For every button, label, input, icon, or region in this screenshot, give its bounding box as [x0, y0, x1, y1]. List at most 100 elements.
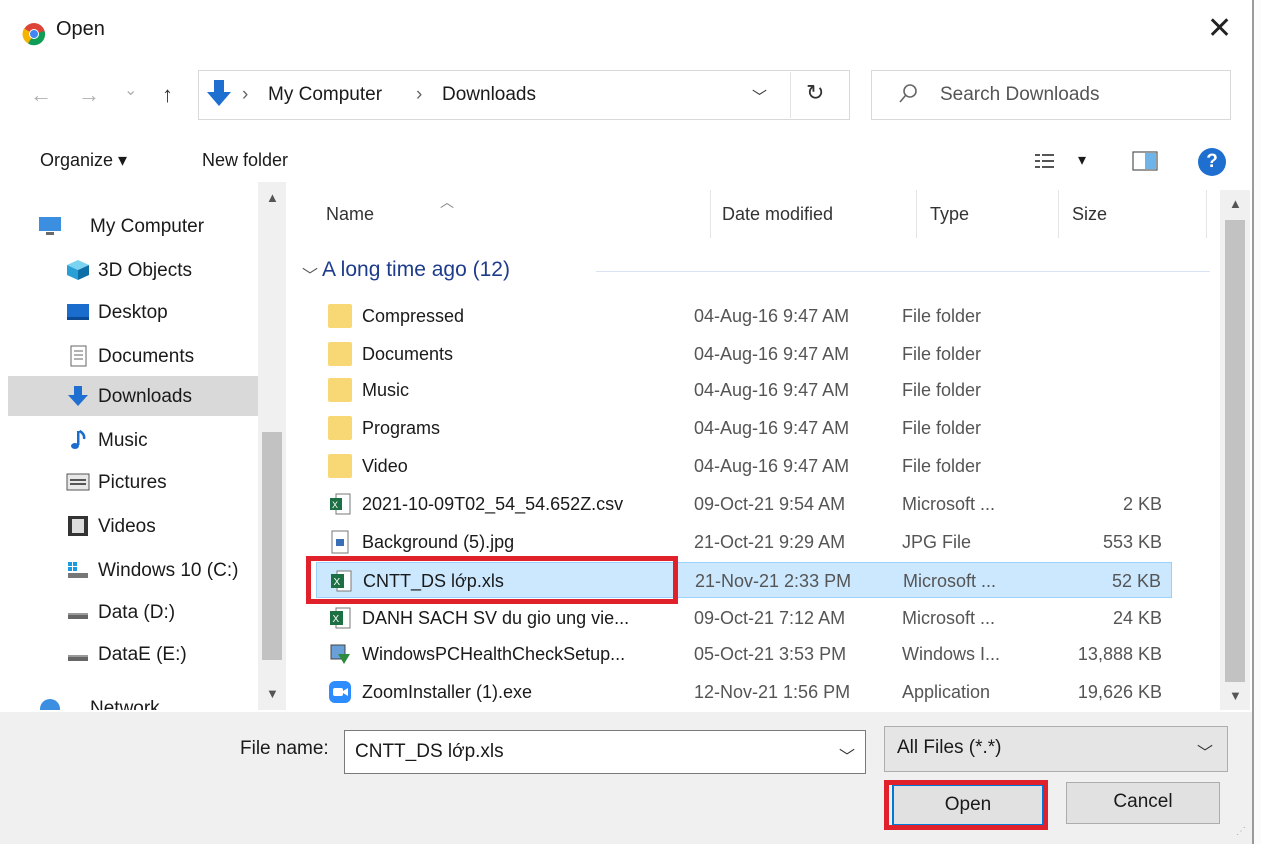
- file-name: WindowsPCHealthCheckSetup...: [362, 644, 626, 664]
- nav-pane-scrollbar-thumb[interactable]: [262, 432, 282, 660]
- excel-icon: X: [330, 607, 351, 629]
- file-list-scrollbar-thumb[interactable]: [1225, 220, 1245, 682]
- dialog-title: Open: [56, 18, 105, 40]
- file-row[interactable]: Documents 04-Aug-16 9:47 AM File folder: [316, 336, 1172, 372]
- file-type: Microsoft ...: [903, 571, 997, 591]
- breadcrumb-my-computer[interactable]: My Computer: [268, 84, 382, 106]
- view-details-icon[interactable]: [1034, 152, 1056, 170]
- file-date: 09-Oct-21 9:54 AM: [694, 494, 846, 514]
- file-row[interactable]: X DANH SACH SV du gio ung vie... 09-Oct-…: [316, 600, 1172, 636]
- sidebar-item-my-computer[interactable]: My Computer: [8, 206, 258, 246]
- svg-text:X: X: [333, 614, 340, 625]
- folder-icon: [328, 454, 352, 478]
- scroll-down-arrow-icon[interactable]: ▼: [266, 686, 279, 701]
- nav-pane-scrollbar[interactable]: ▲ ▼: [258, 182, 286, 710]
- file-row[interactable]: X 2021-10-09T02_54_54.652Z.csv 09-Oct-21…: [316, 486, 1172, 522]
- file-row[interactable]: Background (5).jpg 21-Oct-21 9:29 AM JPG…: [316, 524, 1172, 560]
- file-name-dropdown-icon[interactable]: ﹀: [839, 743, 855, 767]
- file-size: 553 KB: [1102, 532, 1162, 552]
- sidebar-item-videos[interactable]: Videos: [8, 506, 258, 546]
- column-header-size[interactable]: Size: [1072, 204, 1107, 225]
- resize-grip-icon[interactable]: ⋰: [1236, 826, 1246, 837]
- column-header-name[interactable]: Name: [326, 204, 374, 225]
- forward-button[interactable]: →: [78, 82, 100, 108]
- close-icon[interactable]: ✕: [1207, 14, 1232, 44]
- desktop-icon: [67, 304, 89, 320]
- scroll-up-arrow-icon[interactable]: ▲: [1229, 196, 1242, 211]
- file-date: 04-Aug-16 9:47 AM: [694, 306, 850, 326]
- file-row[interactable]: Compressed 04-Aug-16 9:47 AM File folder: [316, 298, 1172, 334]
- column-divider[interactable]: [916, 190, 917, 238]
- file-row[interactable]: WindowsPCHealthCheckSetup... 05-Oct-21 3…: [316, 636, 1172, 672]
- sidebar-item-pictures[interactable]: Pictures: [8, 462, 258, 502]
- file-row[interactable]: Music 04-Aug-16 9:47 AM File folder: [316, 372, 1172, 408]
- sidebar-item-label: Documents: [98, 346, 195, 367]
- file-row[interactable]: ZoomInstaller (1).exe 12-Nov-21 1:56 PM …: [316, 674, 1172, 710]
- column-divider[interactable]: [710, 190, 711, 238]
- sidebar-item-data-e[interactable]: DataE (E:): [8, 634, 258, 674]
- sidebar-item-label: 3D Objects: [98, 260, 192, 281]
- file-list-scrollbar[interactable]: ▲ ▼: [1220, 190, 1250, 710]
- download-arrow-icon: [207, 80, 231, 106]
- sidebar-item-desktop[interactable]: Desktop: [8, 292, 258, 332]
- column-header-type[interactable]: Type: [930, 204, 969, 225]
- sidebar-item-windows-c[interactable]: Windows 10 (C:): [8, 550, 258, 590]
- cancel-button[interactable]: Cancel: [1066, 782, 1220, 824]
- column-header-date[interactable]: Date modified: [722, 204, 833, 225]
- file-name: Background (5).jpg: [362, 532, 515, 552]
- file-type: Microsoft ...: [902, 494, 996, 514]
- scroll-down-arrow-icon[interactable]: ▼: [1229, 688, 1242, 703]
- file-type: File folder: [902, 306, 982, 326]
- back-button[interactable]: ←: [30, 82, 52, 108]
- new-folder-button[interactable]: New folder: [202, 150, 288, 171]
- organize-menu[interactable]: Organize ▾: [40, 150, 127, 171]
- sidebar-item-label: Network: [90, 698, 160, 710]
- installer-icon: [330, 644, 350, 664]
- column-divider[interactable]: [1206, 190, 1207, 238]
- file-name: Programs: [362, 418, 441, 438]
- file-date: 04-Aug-16 9:47 AM: [694, 380, 850, 400]
- file-type: File folder: [902, 344, 982, 364]
- file-name-combobox[interactable]: CNTT_DS lớp.xls ﹀: [344, 730, 866, 774]
- cube-icon: [67, 260, 89, 280]
- help-icon[interactable]: ?: [1198, 148, 1226, 176]
- recent-locations-button[interactable]: ⌄: [124, 80, 137, 100]
- group-divider: [596, 271, 1210, 272]
- sidebar-item-3d-objects[interactable]: 3D Objects: [8, 250, 258, 290]
- file-type: File folder: [902, 418, 982, 438]
- file-size: 19,626 KB: [1077, 682, 1162, 702]
- file-row[interactable]: Video 04-Aug-16 9:47 AM File folder: [316, 448, 1172, 484]
- file-name-input[interactable]: CNTT_DS lớp.xls: [355, 741, 504, 763]
- up-button[interactable]: ↑: [162, 82, 173, 108]
- sidebar-item-downloads[interactable]: Downloads: [8, 376, 258, 416]
- search-input[interactable]: Search Downloads: [940, 84, 1099, 106]
- sidebar-item-music[interactable]: Music: [8, 420, 258, 460]
- sidebar-item-data-d[interactable]: Data (D:): [8, 592, 258, 632]
- sidebar-item-label: Videos: [98, 516, 156, 537]
- file-date: 09-Oct-21 7:12 AM: [694, 608, 846, 628]
- group-header[interactable]: A long time ago (12): [322, 258, 510, 282]
- file-type-filter-dropdown-icon[interactable]: ﹀: [1197, 739, 1213, 763]
- file-type-filter[interactable]: All Files (*.*) ﹀: [884, 726, 1228, 772]
- sidebar-item-label: Music: [98, 430, 148, 451]
- svg-text:X: X: [332, 500, 338, 510]
- sidebar-item-documents[interactable]: Documents: [8, 336, 258, 376]
- preview-pane-icon[interactable]: [1132, 150, 1158, 172]
- sidebar-item-network[interactable]: Network: [8, 688, 258, 710]
- group-collapse-icon[interactable]: ﹀: [302, 262, 318, 286]
- file-size: 13,888 KB: [1077, 644, 1162, 664]
- view-options-caret[interactable]: ▾: [1078, 150, 1086, 170]
- refresh-icon[interactable]: ↻: [806, 80, 824, 106]
- address-dropdown-icon[interactable]: ﹀: [752, 86, 767, 107]
- file-type: Windows I...: [902, 644, 1001, 664]
- network-icon: [40, 699, 60, 710]
- computer-icon: [39, 217, 61, 235]
- breadcrumb-downloads[interactable]: Downloads: [442, 84, 536, 106]
- file-row[interactable]: Programs 04-Aug-16 9:47 AM File folder: [316, 410, 1172, 446]
- address-divider: [790, 72, 791, 118]
- open-dialog: Open ✕ ← → ⌄ ↑ › My Computer › Downloads…: [0, 0, 1252, 844]
- file-type: Application: [902, 682, 991, 702]
- file-size: 2 KB: [1122, 494, 1162, 514]
- scroll-up-arrow-icon[interactable]: ▲: [266, 190, 279, 205]
- column-divider[interactable]: [1058, 190, 1059, 238]
